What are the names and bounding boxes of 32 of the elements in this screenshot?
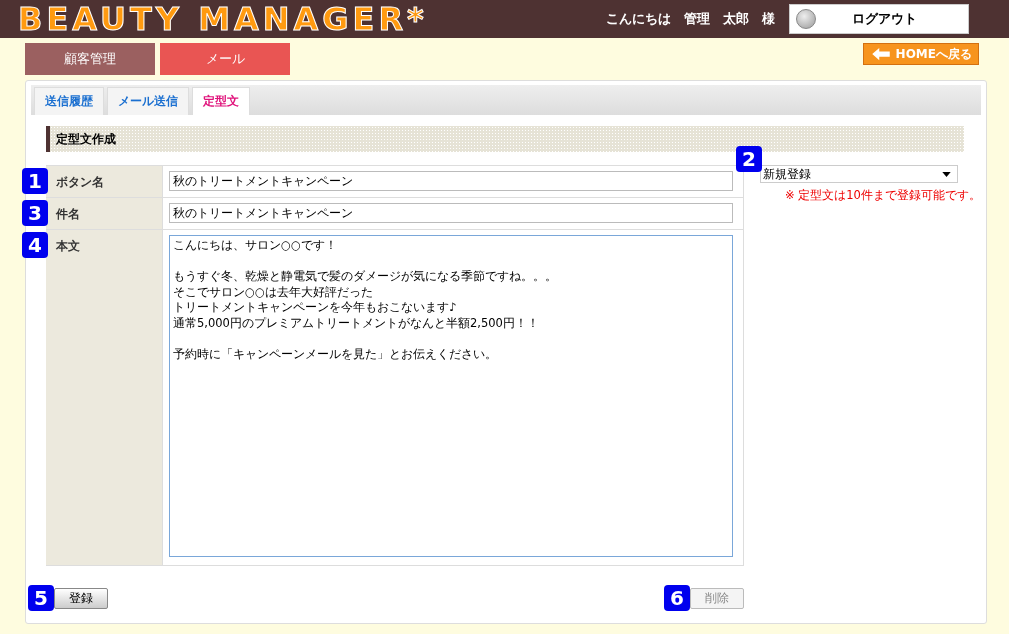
number-badge: 1 — [22, 168, 48, 194]
nav-tab[interactable]: 顧客管理 — [25, 43, 155, 75]
number-badge: 3 — [22, 200, 48, 226]
logo: BEAUTY MANAGER* — [18, 0, 428, 38]
limit-note: ※ 定型文は10件まで登録可能です。 — [784, 188, 981, 203]
input-field[interactable]: 秋のトリートメントキャンペーン — [169, 171, 733, 191]
text-line: そこでサロン○○は去年大好評だった — [173, 284, 374, 300]
greeting-text: こんにちは 管理 太郎 様 — [606, 10, 775, 28]
text-line: トリートメントキャンペーンを今年もおこないます♪ — [173, 300, 457, 316]
text-line: もうすぐ冬、乾燥と静電気で髪のダメージが気になる季節ですね。。。 — [173, 269, 557, 285]
tab[interactable]: 送信履歴 — [34, 87, 104, 115]
number-badge: 4 — [22, 232, 48, 258]
section-title: 定型文作成 — [46, 126, 964, 152]
text-line: こんにちは、サロン○○です！ — [173, 238, 338, 254]
field-label: 本文 — [56, 238, 80, 255]
tab[interactable]: メール送信 — [107, 87, 189, 115]
text-line: 予約時に「キャンペーンメールを見た」とお伝えください。 — [173, 346, 497, 362]
nav-tab[interactable]: メール — [160, 43, 290, 75]
action-button[interactable]: 登録 — [54, 588, 108, 609]
field-label: 件名 — [56, 206, 80, 223]
logout-button[interactable]: ログアウト — [789, 4, 969, 34]
number-badge: 5 — [28, 585, 54, 611]
template-dropdown[interactable]: 新規登録 — [760, 165, 958, 183]
number-badge: 6 — [664, 585, 690, 611]
caret-icon — [942, 171, 951, 177]
circle-icon — [796, 9, 816, 29]
field-label: ボタン名 — [56, 174, 104, 191]
input-field[interactable]: 秋のトリートメントキャンペーン — [169, 203, 733, 223]
body-textarea[interactable]: こんにちは、サロン○○です！ もうすぐ冬、乾燥と静電気で髪のダメージが気になる季節ですね。。。 そこでサロン○○は去年大好評だった トリートメントキャンペーンを今年もおこないます♪ 通常5,000円のプレミアムトリートメントがなんと半額2,500円！！ 予約時に「キャンペーンメールを見た」とお伝えください。 — [169, 235, 733, 557]
text-line: 通常5,000円のプレミアムトリートメントがなんと半額2,500円！！ — [173, 315, 539, 331]
number-badge: 2 — [736, 146, 762, 172]
tab[interactable]: 定型文 — [192, 87, 250, 115]
